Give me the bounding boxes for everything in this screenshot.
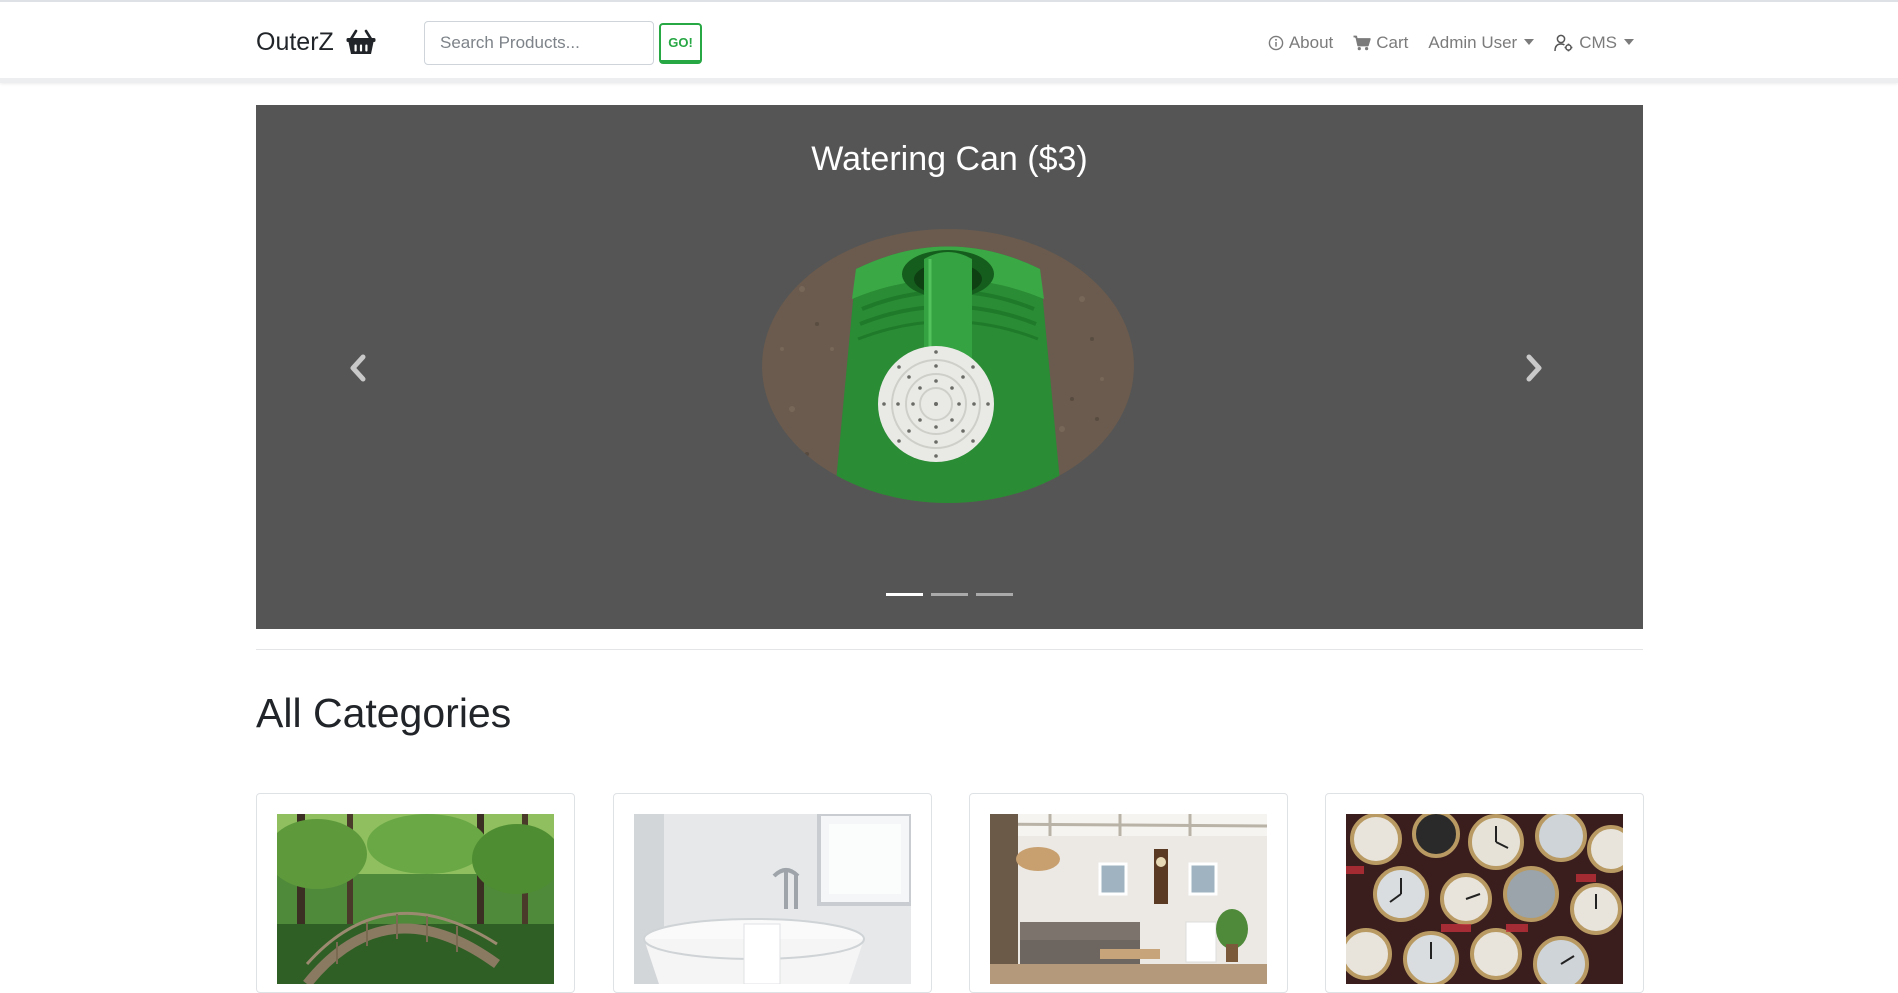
nav-links: About Cart Admin User CMS: [1268, 30, 1634, 56]
carousel-indicator-1[interactable]: [886, 593, 923, 596]
nav-cart-label: Cart: [1376, 33, 1409, 52]
navbar: OuterZ GO! About: [0, 0, 1898, 83]
slide-caption: Watering Can ($3): [811, 140, 1088, 178]
info-circle-icon: [1268, 35, 1284, 51]
carousel-indicator-2[interactable]: [931, 593, 968, 596]
brand-link[interactable]: OuterZ: [256, 24, 376, 60]
nav-admin-user-label: Admin User: [1428, 33, 1518, 52]
nav-admin-user-dropdown[interactable]: Admin User: [1428, 33, 1535, 53]
chevron-left-icon: [348, 354, 368, 387]
cart-icon: [1353, 35, 1371, 51]
search-go-button[interactable]: GO!: [659, 23, 702, 64]
carousel-next-button[interactable]: [1474, 305, 1594, 435]
caret-down-icon: [1624, 39, 1634, 45]
category-card-living-room[interactable]: [969, 793, 1288, 993]
watches-photo: [1346, 814, 1623, 984]
search-input[interactable]: [424, 21, 654, 65]
user-cog-icon: [1554, 34, 1574, 52]
nav-about-label: About: [1288, 33, 1334, 52]
watering-can-image[interactable]: [762, 229, 1134, 503]
carousel-indicators: [886, 593, 1013, 596]
categories-heading: All Categories: [256, 690, 512, 736]
nav-about-link[interactable]: About: [1268, 33, 1333, 53]
caret-down-icon: [1524, 39, 1535, 45]
section-divider: [256, 649, 1643, 650]
category-card-garden[interactable]: [256, 793, 575, 993]
category-card-bathroom[interactable]: [613, 793, 932, 993]
chevron-right-icon: [1524, 354, 1544, 387]
garden-bridge-photo: [277, 814, 554, 984]
brand-name: OuterZ: [256, 27, 334, 56]
carousel-indicator-3[interactable]: [976, 593, 1013, 596]
nav-cart-link[interactable]: Cart: [1353, 33, 1408, 53]
bathtub-photo: [634, 814, 911, 984]
basket-icon: [346, 29, 376, 55]
carousel-prev-button[interactable]: [298, 305, 418, 435]
product-carousel: Watering Can ($3): [256, 105, 1643, 629]
nav-cms-dropdown[interactable]: CMS: [1554, 33, 1634, 53]
living-room-photo: [990, 814, 1267, 984]
category-card-watches[interactable]: [1325, 793, 1644, 993]
nav-cms-label: CMS: [1579, 33, 1617, 52]
